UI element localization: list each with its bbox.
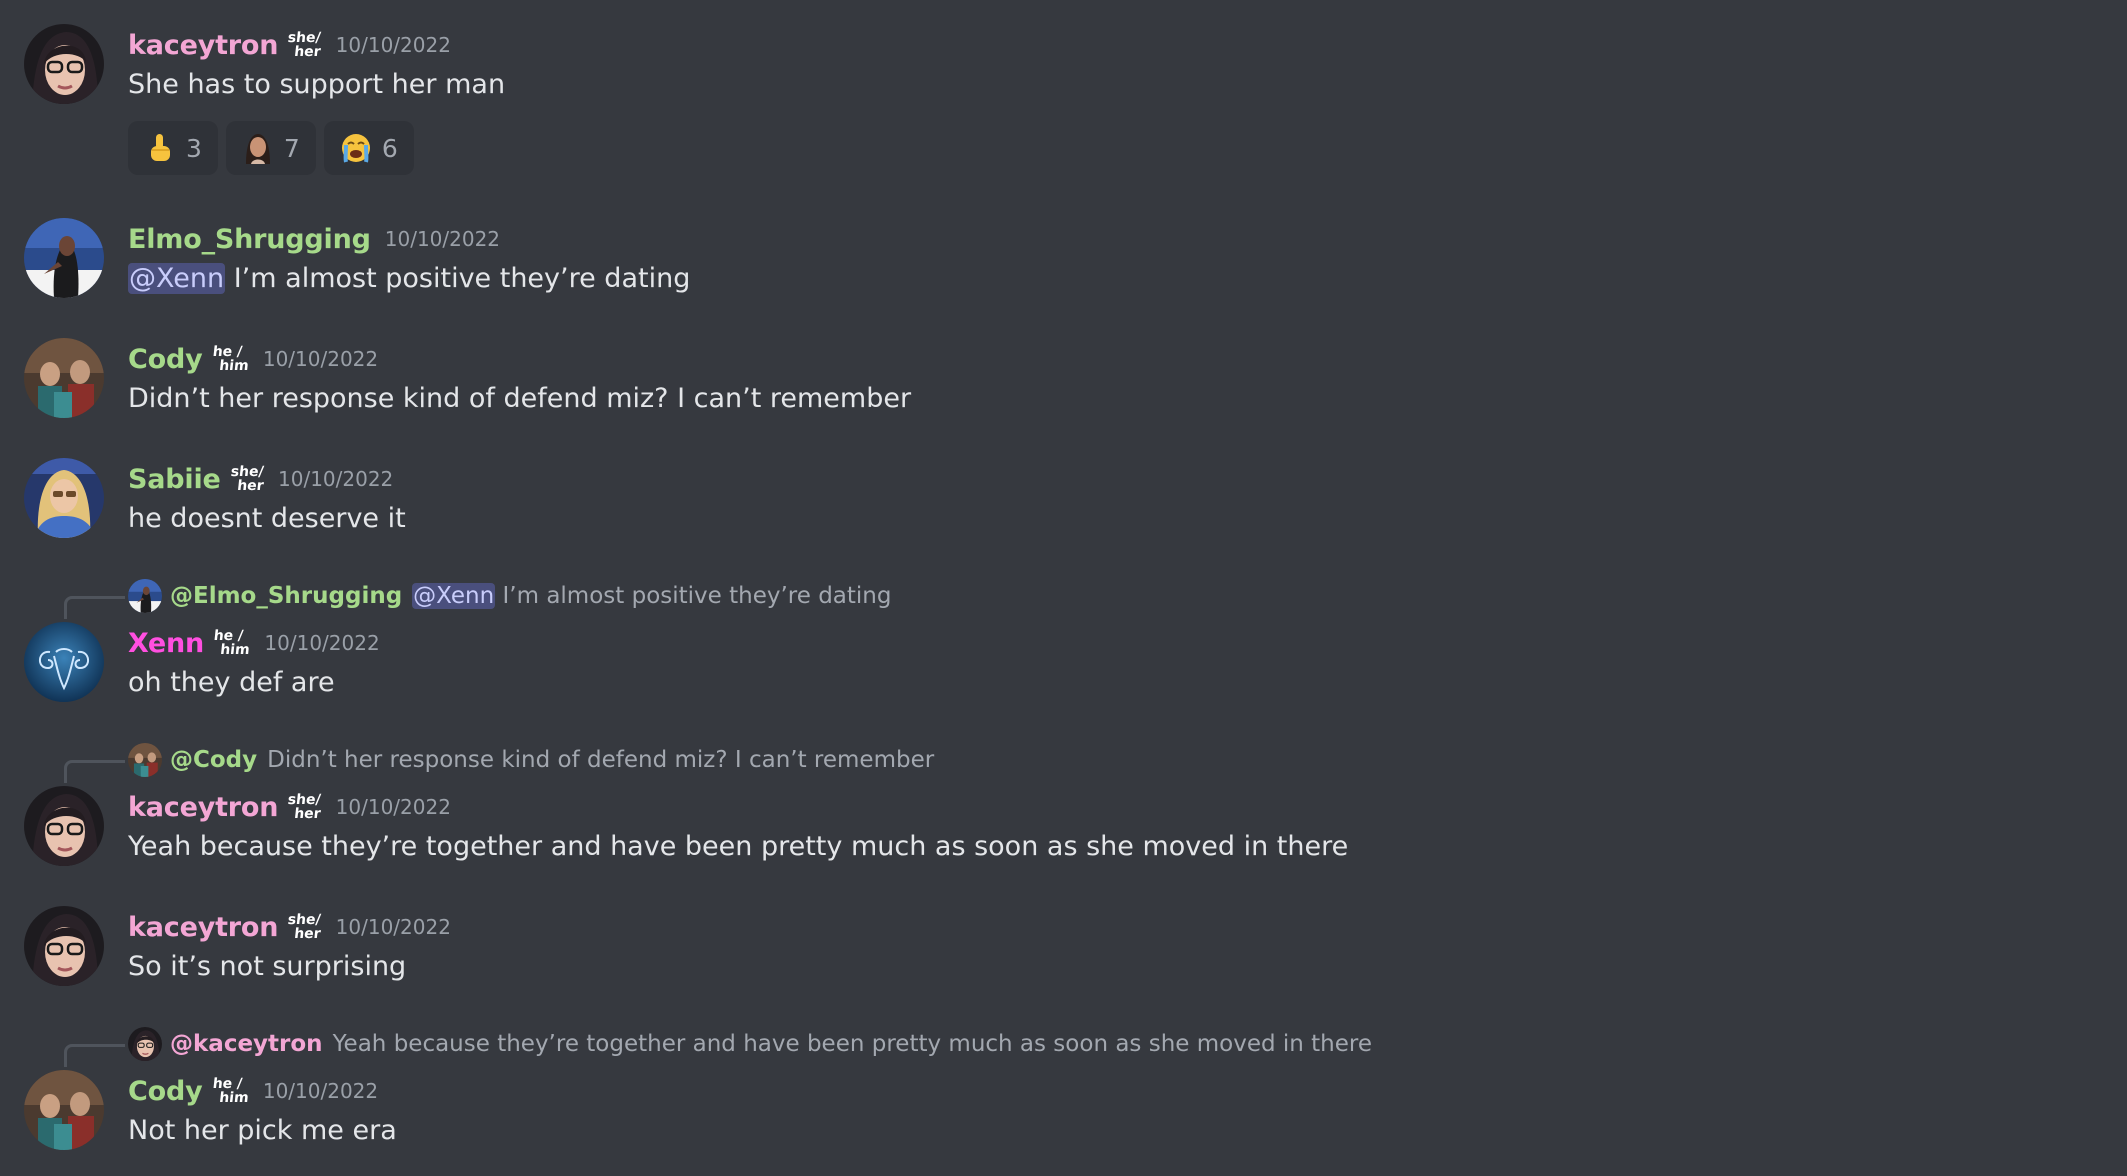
message-header: Elmo_Shrugging 10/10/2022: [128, 219, 500, 259]
username[interactable]: Elmo_Shrugging: [128, 224, 371, 255]
username[interactable]: kaceytron: [128, 30, 278, 61]
avatar-kaceytron[interactable]: [24, 786, 104, 866]
avatar-cody[interactable]: [24, 338, 104, 418]
timestamp: 10/10/2022: [262, 1079, 379, 1103]
message-text: Not her pick me era: [128, 1115, 397, 1146]
message-header: Sabiie she/her 10/10/2022: [128, 459, 393, 499]
reply-preview[interactable]: @Elmo_Shrugging @Xenn I’m almost positiv…: [64, 578, 892, 619]
pronoun-badge: she/her: [287, 30, 322, 60]
message-text: he doesnt deserve it: [128, 503, 406, 534]
crying-face-emoji-icon: [340, 132, 372, 164]
reply-spine: [64, 760, 125, 783]
reaction-count: 6: [381, 133, 398, 163]
point-up-emoji-icon: [144, 132, 176, 164]
avatar-elmo-shrugging[interactable]: [24, 218, 104, 298]
user-mention[interactable]: @Xenn: [412, 583, 496, 609]
reaction-count: 3: [186, 133, 202, 163]
timestamp: 10/10/2022: [335, 795, 451, 819]
reactions: 3 7 6: [128, 121, 414, 175]
avatar-kaceytron[interactable]: [24, 24, 104, 104]
reply-text: @Xenn I’m almost positive they’re dating: [412, 583, 892, 609]
reply-spine: [64, 596, 125, 619]
username[interactable]: Sabiie: [128, 464, 221, 495]
reply-preview[interactable]: @kaceytron Yeah because they’re together…: [64, 1026, 1373, 1067]
pronoun-badge: he / him: [211, 1076, 249, 1106]
avatar-sabiie[interactable]: [24, 458, 104, 538]
pronoun-badge: she/her: [229, 464, 265, 494]
timestamp: 10/10/2022: [264, 631, 380, 655]
message-text: So it’s not surprising: [128, 951, 407, 982]
message-text: Yeah because they’re together and have b…: [128, 831, 1349, 862]
username[interactable]: Cody: [128, 344, 203, 375]
pronoun-badge: she/her: [287, 792, 322, 822]
reply-spine: [64, 1044, 125, 1067]
reply-text: Yeah because they’re together and have b…: [332, 1031, 1373, 1057]
reply-author[interactable]: @Elmo_Shrugging: [170, 583, 402, 609]
reply-avatar: [128, 1027, 162, 1061]
message-header: Xenn he / him 10/10/2022: [128, 623, 380, 663]
message-text: She has to support her man: [128, 69, 506, 100]
pronoun-badge: she/her: [287, 912, 322, 942]
timestamp: 10/10/2022: [278, 467, 394, 491]
message-text: oh they def are: [128, 667, 335, 698]
reply-avatar: [128, 743, 162, 777]
timestamp: 10/10/2022: [335, 33, 451, 57]
reply-text: Didn’t her response kind of defend miz? …: [267, 747, 935, 773]
reaction-point-up[interactable]: 3: [128, 121, 218, 175]
pronoun-badge: he / him: [212, 628, 251, 658]
message-header: Cody he / him 10/10/2022: [128, 339, 378, 379]
message-text: Didn’t her response kind of defend miz? …: [128, 383, 912, 414]
reaction-count: 7: [283, 133, 300, 163]
username[interactable]: Cody: [128, 1076, 203, 1107]
reply-preview[interactable]: @Cody Didn’t her response kind of defend…: [64, 742, 935, 783]
message-header: Cody he / him 10/10/2022: [128, 1071, 378, 1111]
message-header: kaceytron she/her 10/10/2022: [128, 25, 451, 65]
message-header: kaceytron she/her 10/10/2022: [128, 787, 451, 827]
reply-author[interactable]: @Cody: [170, 747, 257, 773]
message-header: kaceytron she/her 10/10/2022: [128, 907, 451, 947]
reply-avatar: [128, 579, 162, 613]
avatar-cody[interactable]: [24, 1070, 104, 1150]
pronoun-badge: he / him: [211, 344, 249, 374]
avatar-kaceytron[interactable]: [24, 906, 104, 986]
avatar-xenn[interactable]: [24, 622, 104, 702]
timestamp: 10/10/2022: [262, 347, 379, 371]
user-mention[interactable]: @Xenn: [128, 263, 226, 294]
message-content: I’m almost positive they’re dating: [233, 263, 691, 294]
reaction-woman-face[interactable]: 7: [225, 121, 316, 175]
timestamp: 10/10/2022: [335, 915, 451, 939]
timestamp: 10/10/2022: [384, 227, 501, 251]
woman-face-emoji-icon: [242, 132, 274, 164]
username[interactable]: kaceytron: [128, 792, 278, 823]
username[interactable]: kaceytron: [128, 912, 278, 943]
username[interactable]: Xenn: [128, 628, 204, 659]
reaction-crying-face[interactable]: 6: [323, 121, 414, 175]
reply-author[interactable]: @kaceytron: [170, 1031, 323, 1057]
message-text: @Xenn I’m almost positive they’re dating: [128, 259, 690, 299]
